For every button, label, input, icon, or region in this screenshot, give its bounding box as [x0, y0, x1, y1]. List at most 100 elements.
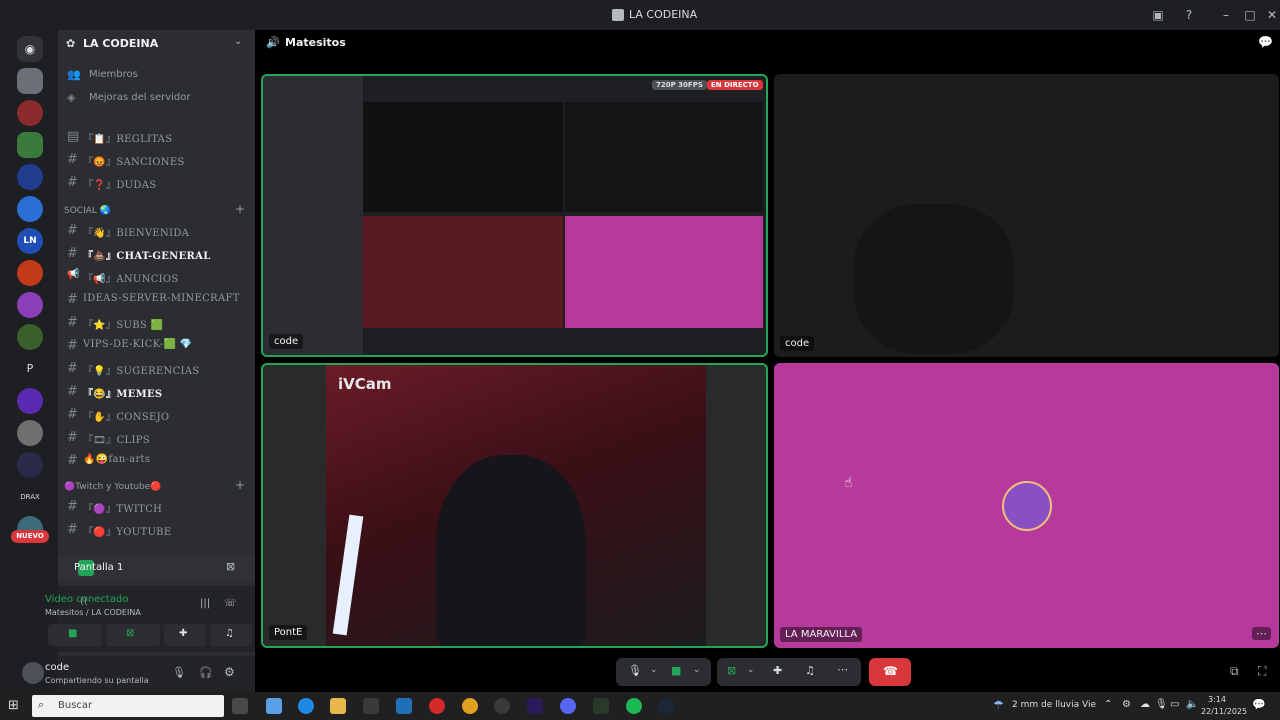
server-icon[interactable]: [17, 196, 43, 222]
file-explorer-icon[interactable]: [330, 698, 346, 714]
add-channel-icon[interactable]: +: [235, 478, 245, 492]
add-channel-icon[interactable]: +: [235, 202, 245, 216]
channel-dudas[interactable]: # 『❓』DUDAS: [64, 172, 249, 192]
channel-youtube[interactable]: # 『🔴』YOUTUBE: [64, 519, 249, 539]
server-header[interactable]: ✿ LA CODEINA ⌄: [58, 30, 255, 56]
chatgpt-icon[interactable]: [494, 698, 510, 714]
gear-icon[interactable]: ⚙: [224, 665, 235, 679]
premiere-icon[interactable]: [527, 698, 543, 714]
voice-channel[interactable]: Matesitos / LA CODEINA: [45, 608, 141, 617]
display-icon[interactable]: ▭: [1170, 699, 1179, 710]
screen-share-row[interactable]: Pantalla 1 ⊠: [58, 554, 255, 582]
tile-stream-code[interactable]: 720P 30FPS EN DIRECTO code: [261, 74, 768, 357]
channel-item[interactable]: # 『💩』CHAT-GENERAL: [64, 243, 249, 263]
more-icon[interactable]: ⋯: [1252, 627, 1271, 640]
channel-item[interactable]: # 『✋』CONSEJO: [64, 404, 249, 424]
disconnect-button[interactable]: ☎: [869, 658, 911, 686]
maximize-button[interactable]: □: [1242, 7, 1258, 23]
soundboard-icon[interactable]: ♫: [805, 664, 815, 677]
channel-item[interactable]: # VIPS-DE-KICK-🟩 💎: [64, 335, 249, 355]
channel-item[interactable]: # 『😂』MEMES: [64, 381, 249, 401]
server-icon[interactable]: [17, 420, 43, 446]
activities-icon[interactable]: ✚: [773, 664, 782, 677]
server-icon[interactable]: [17, 260, 43, 286]
more-icon[interactable]: ⋯: [837, 663, 848, 676]
microphone-icon[interactable]: 🎙: [1155, 699, 1168, 710]
popout-icon[interactable]: ⧉: [1230, 664, 1239, 679]
channel-item[interactable]: # 『⭐』SUBS 🟩: [64, 312, 249, 332]
weather-text[interactable]: 2 mm de lluvia Vie: [1012, 700, 1096, 710]
server-icon[interactable]: [17, 452, 43, 478]
channel-item[interactable]: # 🔥😜fan-arts: [64, 450, 249, 470]
outlook-icon[interactable]: [396, 698, 412, 714]
camera-control[interactable]: ■ ⌄: [663, 658, 711, 686]
camera-button[interactable]: ■: [48, 624, 102, 646]
server-icon[interactable]: LN: [17, 228, 43, 254]
minimize-button[interactable]: –: [1218, 7, 1234, 23]
server-icon[interactable]: [17, 324, 43, 350]
channel-item[interactable]: # 『👋』BIENVENIDA: [64, 220, 249, 240]
disconnect-icon[interactable]: ☏: [224, 598, 237, 609]
sidebar-item-members[interactable]: 👥 Miembros: [64, 65, 249, 85]
chevron-down-icon[interactable]: ⌄: [747, 665, 755, 675]
server-icon[interactable]: [17, 292, 43, 318]
tile-la-maravilla[interactable]: ☝ LA MARAVILLA ⋯: [774, 363, 1279, 648]
channel-label: 『📋』REGLITAS: [83, 134, 173, 145]
inbox-icon[interactable]: ▣: [1150, 7, 1166, 23]
discord-home-icon[interactable]: ◉: [17, 36, 43, 62]
windows-start-icon[interactable]: ⊞: [8, 698, 19, 713]
notifications-icon[interactable]: 💬: [1252, 698, 1266, 711]
server-icon[interactable]: [17, 388, 43, 414]
screen-share-icon[interactable]: ⊠: [727, 664, 736, 677]
category-twitch[interactable]: 🟣Twitch y Youtube🔴: [64, 482, 162, 492]
channel-item[interactable]: 📢 『📢』ANUNCIOS: [64, 266, 249, 286]
copilot-icon[interactable]: [266, 698, 282, 714]
volume-icon[interactable]: 🔈: [1186, 699, 1198, 710]
search-input[interactable]: ⌕ Buscar: [32, 695, 224, 717]
spotify-icon[interactable]: [626, 698, 642, 714]
stop-share-icon[interactable]: ⊠: [226, 560, 235, 573]
server-icon[interactable]: DRAX: [17, 484, 43, 510]
server-icon[interactable]: [17, 68, 43, 94]
server-icon[interactable]: P: [17, 356, 43, 382]
tile-cam-ponte[interactable]: iVCam PontE: [261, 363, 768, 648]
task-view-icon[interactable]: [232, 698, 248, 714]
help-icon[interactable]: ?: [1181, 7, 1197, 23]
tile-cam-code[interactable]: code: [774, 74, 1279, 357]
close-button[interactable]: ✕: [1264, 7, 1280, 23]
channel-reglitas[interactable]: ▤ 『📋』REGLITAS: [64, 126, 249, 146]
chat-icon[interactable]: 💬: [1258, 35, 1273, 49]
headphones-icon[interactable]: 🎧: [199, 666, 213, 679]
opera-icon[interactable]: [429, 698, 445, 714]
clock-time[interactable]: 3:14: [1208, 695, 1226, 704]
steam-icon[interactable]: [658, 698, 674, 714]
soundboard-button[interactable]: ♫: [210, 624, 252, 646]
activities-icon: ✚: [179, 628, 188, 639]
channel-item[interactable]: # IDEAS-SERVER-MINECRAFT: [64, 289, 249, 309]
tray-icon[interactable]: ⚙: [1122, 699, 1131, 710]
chrome-icon[interactable]: [462, 698, 478, 714]
server-icon[interactable]: [17, 132, 43, 158]
channel-sanciones[interactable]: # 『😡』SANCIONES: [64, 149, 249, 169]
sidebar-item-boosts[interactable]: ◈ Mejoras del servidor: [64, 88, 249, 108]
fullscreen-icon[interactable]: ⛶: [1258, 664, 1266, 679]
server-icon[interactable]: [17, 100, 43, 126]
screen-share-button[interactable]: ⊠: [106, 624, 160, 646]
terminal-icon[interactable]: [593, 698, 609, 714]
discord-icon[interactable]: [560, 698, 576, 714]
clock-date[interactable]: 22/11/2025: [1201, 707, 1247, 716]
channel-item[interactable]: # 『🎞』CLIPS: [64, 427, 249, 447]
noise-suppression-icon[interactable]: |||: [200, 598, 210, 609]
edge-icon[interactable]: [298, 698, 314, 714]
hash-icon: #: [67, 223, 78, 238]
avatar[interactable]: [22, 662, 44, 684]
chevron-up-icon[interactable]: ⌃: [1104, 699, 1112, 710]
server-icon[interactable]: [17, 164, 43, 190]
tray-icon[interactable]: ☁: [1140, 699, 1150, 710]
channel-item[interactable]: # 『💡』SUGERENCIAS: [64, 358, 249, 378]
microphone-icon[interactable]: 🎙: [172, 666, 186, 679]
category-social[interactable]: SOCIAL 🌏: [64, 206, 111, 216]
channel-twitch[interactable]: # 『🟣』TWITCH: [64, 496, 249, 516]
store-icon[interactable]: [363, 698, 379, 714]
activities-button[interactable]: ✚: [164, 624, 206, 646]
